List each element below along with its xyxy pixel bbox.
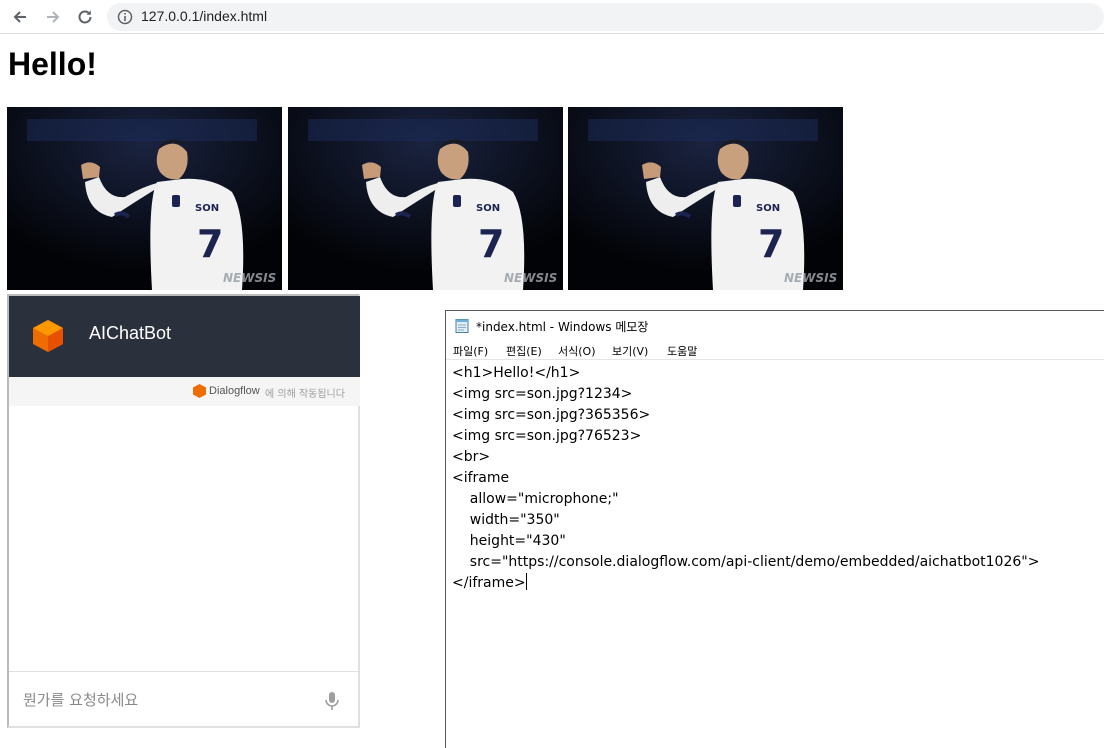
jersey-number: 7 (197, 222, 223, 266)
code-line: <br> (452, 449, 491, 465)
powered-by-bar: Dialogflow 에 의해 작동됩니다 (9, 377, 360, 406)
chat-messages-area (9, 406, 360, 671)
code-line: <img src=son.jpg?1234> (452, 386, 633, 402)
text-caret (525, 573, 527, 590)
code-line: height="430" (452, 533, 566, 549)
player-photo-image: SON 7NEWSIS (288, 107, 563, 290)
back-button[interactable] (8, 5, 32, 29)
microphone-icon[interactable] (323, 690, 341, 712)
notepad-menubar: 파일(F) 편집(E) 서식(O) 보기(V) 도움말 (446, 340, 1104, 360)
arrow-right-icon (47, 11, 60, 23)
menu-format[interactable]: 서식(O) (558, 343, 595, 359)
menu-file[interactable]: 파일(F) (453, 343, 488, 359)
notepad-title: *index.html - Windows 메모장 (476, 320, 649, 334)
powered-by-name[interactable]: Dialogflow (209, 385, 260, 397)
reload-button[interactable] (73, 5, 97, 29)
notepad-icon (455, 319, 469, 333)
dialogflow-icon (193, 384, 206, 398)
player-photo: SON 7 NEWSIS (7, 107, 282, 290)
code-line: </iframe> (452, 573, 527, 591)
chatbot-header: AIChatBot (9, 296, 360, 377)
player-photo: SON 7 NEWSIS (568, 107, 843, 290)
url-text[interactable]: 127.0.0.1/index.html (141, 8, 267, 24)
chat-input[interactable] (23, 686, 313, 714)
player-photo-image: SON 7NEWSIS (7, 107, 282, 290)
code-line: <img src=son.jpg?365356> (452, 407, 651, 423)
player-photo: SON 7 NEWSIS (288, 107, 563, 290)
reload-icon (78, 10, 92, 24)
code-line: allow="microphone;" (452, 491, 619, 507)
watermark: NEWSIS (784, 271, 837, 285)
browser-toolbar: 127.0.0.1/index.html (0, 0, 1104, 34)
menu-view[interactable]: 보기(V) (612, 343, 648, 359)
jersey-number: 7 (758, 222, 784, 266)
notepad-titlebar[interactable]: *index.html - Windows 메모장 (446, 311, 1104, 340)
dialogflow-logo-icon (33, 320, 63, 352)
jersey-name: SON (476, 203, 500, 214)
notepad-window: *index.html - Windows 메모장 파일(F) 편집(E) 서식… (445, 310, 1104, 748)
jersey-name: SON (195, 203, 219, 214)
page-title: Hello! (8, 46, 97, 82)
info-icon[interactable] (117, 9, 133, 25)
chatbot-title: AIChatBot (89, 323, 172, 343)
watermark: NEWSIS (504, 271, 557, 285)
code-line: src="https://console.dialogflow.com/api-… (452, 554, 1040, 570)
menu-edit[interactable]: 편집(E) (506, 343, 542, 359)
menu-help[interactable]: 도움말 (667, 343, 697, 359)
chatbot-iframe: AIChatBot Dialogflow 에 의해 작동됩니다 (7, 294, 360, 728)
watermark: NEWSIS (223, 271, 276, 285)
code-line: <iframe (452, 470, 510, 486)
arrow-left-icon (13, 11, 26, 23)
chat-input-row (9, 671, 360, 728)
forward-button[interactable] (41, 5, 65, 29)
powered-by-suffix: 에 의해 작동됩니다 (265, 389, 345, 400)
jersey-name: SON (756, 203, 780, 214)
jersey-number: 7 (478, 222, 504, 266)
address-bar[interactable]: 127.0.0.1/index.html (107, 3, 1104, 31)
player-photo-image: SON 7NEWSIS (568, 107, 843, 290)
code-line: width="350" (452, 512, 560, 528)
notepad-text-area[interactable]: <h1>Hello!</h1> <img src=son.jpg?1234> <im… (452, 363, 1102, 743)
code-line: <h1>Hello!</h1> (452, 365, 581, 381)
code-line: <img src=son.jpg?76523> (452, 428, 642, 444)
